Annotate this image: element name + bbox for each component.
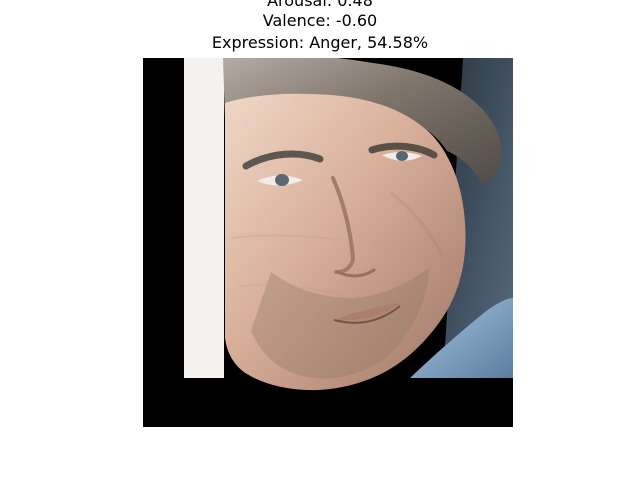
face-image xyxy=(143,58,513,427)
figure-canvas: Arousal: 0.48 Valence: -0.60 Expression:… xyxy=(0,0,640,480)
right-iris xyxy=(396,151,408,161)
face-photo-render xyxy=(143,58,513,427)
white-strip xyxy=(184,58,224,378)
arousal-label: Arousal: 0.48 xyxy=(267,0,373,10)
valence-label: Valence: -0.60 xyxy=(262,11,378,30)
left-iris xyxy=(275,174,289,186)
expression-label: Expression: Anger, 54.58% xyxy=(211,33,429,52)
